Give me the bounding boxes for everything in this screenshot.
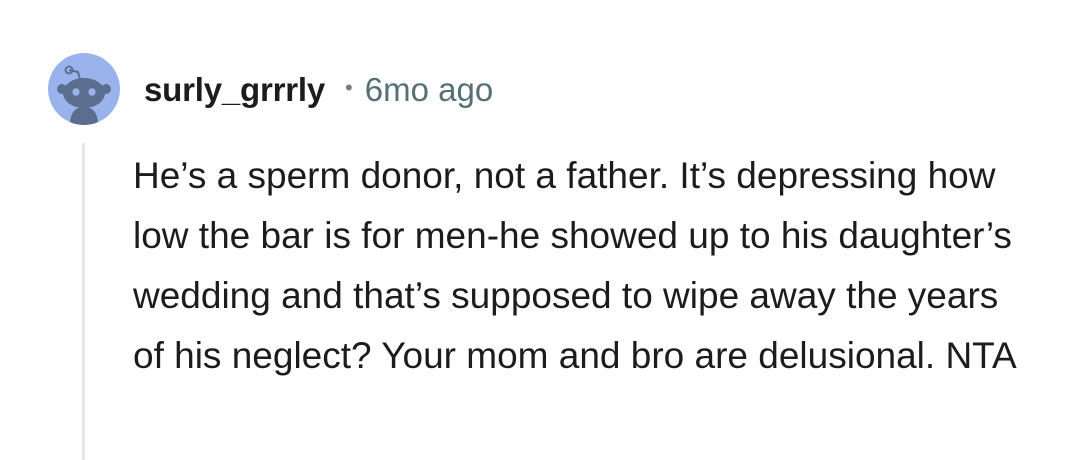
user-avatar[interactable]	[48, 53, 120, 125]
meta-separator: •	[345, 75, 353, 100]
snoo-avatar-icon	[57, 65, 111, 125]
comment-timestamp: 6mo ago	[364, 71, 494, 108]
thread-line[interactable]	[82, 143, 85, 460]
comment-body: He’s a sperm donor, not a father. It’s d…	[133, 155, 1017, 376]
comment: surly_grrrly • 6mo ago He’s a sperm dono…	[0, 0, 1079, 460]
username-link[interactable]: surly_grrrly	[144, 71, 325, 109]
comment-meta: surly_grrrly • 6mo ago	[144, 68, 493, 112]
